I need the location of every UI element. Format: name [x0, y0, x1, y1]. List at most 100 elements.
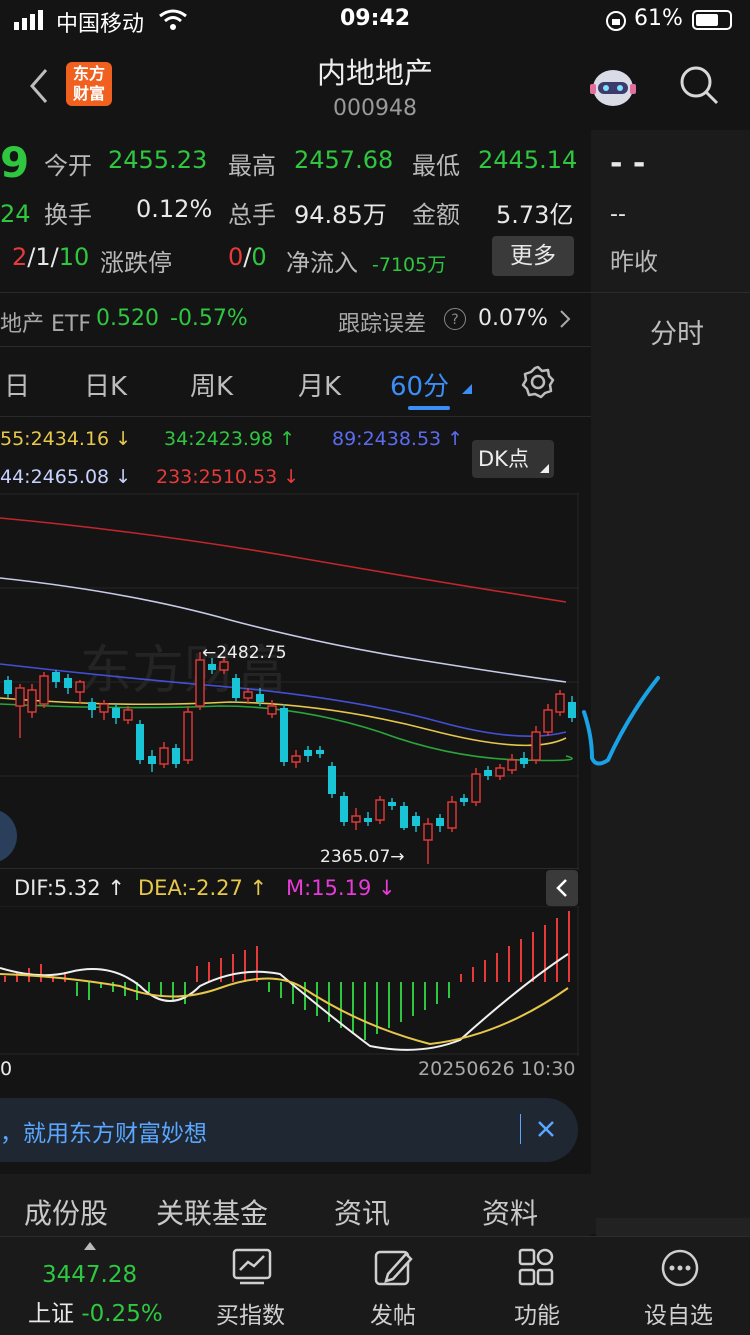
candle — [555, 693, 565, 713]
amount-label: 金额 — [412, 201, 460, 229]
candle — [27, 689, 37, 713]
macd-bar — [496, 953, 498, 982]
macd-bar — [40, 964, 42, 982]
assistant-robot-icon[interactable] — [586, 62, 640, 110]
macd-bar — [472, 967, 474, 982]
candle — [195, 659, 205, 707]
macd-bar — [280, 982, 282, 998]
etf-name[interactable]: 地产 ETF — [0, 306, 91, 338]
candle — [88, 702, 96, 710]
low-annotation: 2365.07→ — [320, 847, 405, 867]
down-count: 10 — [58, 243, 90, 271]
post-button[interactable]: 发帖 — [350, 1248, 440, 1329]
tab-60min[interactable]: 60分 — [390, 366, 449, 403]
banner-separator — [520, 1114, 521, 1144]
collapse-panel-button[interactable] — [546, 870, 578, 906]
candle — [148, 756, 156, 764]
limit-counts: 0/0 — [228, 243, 267, 271]
high-value: 2457.68 — [294, 146, 394, 174]
macd-bar — [112, 982, 114, 992]
settings-gear-icon[interactable] — [520, 364, 556, 400]
search-icon[interactable] — [678, 64, 720, 106]
functions-button[interactable]: 功能 — [494, 1248, 584, 1329]
macd-bar — [316, 982, 318, 1016]
candle — [64, 678, 72, 688]
divider — [0, 416, 591, 417]
help-icon[interactable]: ? — [444, 308, 466, 330]
status-bar: 中国移动 09:42 61% — [0, 0, 750, 40]
more-button[interactable]: 更多 — [492, 236, 574, 276]
candle — [183, 711, 193, 761]
close-icon[interactable] — [536, 1118, 556, 1140]
candle — [304, 750, 312, 756]
floating-scroll-icon[interactable] — [0, 809, 17, 863]
macd-bar — [556, 918, 558, 982]
macd-histogram — [4, 911, 570, 1040]
tab-info[interactable]: 资料 — [482, 1192, 538, 1232]
candle — [172, 748, 180, 764]
macd-bar — [244, 950, 246, 982]
tab-month-k[interactable]: 月K — [298, 366, 341, 403]
volume-value: 94.85万 — [294, 201, 387, 229]
buy-index-button[interactable]: 买指数 — [206, 1248, 298, 1329]
dropdown-triangle-icon — [462, 384, 472, 394]
candle — [436, 818, 444, 826]
macd-bar — [160, 982, 162, 996]
tracking-label: 跟踪误差 — [338, 312, 427, 337]
kline-chart[interactable]: 东方财富 ←2482.75 2365.07→ — [0, 492, 580, 872]
macd-bar — [436, 982, 438, 1004]
high-annotation: ←2482.75 — [202, 643, 287, 663]
limit-down-count: 0 — [251, 243, 267, 271]
macd-bar — [148, 982, 150, 992]
macd-bar — [508, 946, 510, 982]
tab-related-funds[interactable]: 关联基金 — [156, 1192, 268, 1232]
post-label: 发帖 — [370, 1303, 416, 1329]
chevron-right-icon[interactable] — [558, 308, 572, 330]
tab-day-k[interactable]: 日K — [84, 366, 127, 403]
ma233-label: 233:2510.53 ↓ — [156, 466, 300, 488]
open-label: 今开 — [44, 152, 92, 180]
dk-point-label: DK点 — [478, 447, 529, 471]
divider — [0, 346, 591, 347]
tab-constituents[interactable]: 成份股 — [24, 1192, 108, 1232]
clock: 09:42 — [340, 6, 411, 31]
date-left: 0 — [0, 1058, 13, 1080]
candle — [520, 758, 528, 764]
macd-bar — [88, 982, 90, 1000]
macd-bar — [184, 982, 186, 1004]
etf-price: 0.520 — [96, 306, 159, 331]
add-watchlist-button[interactable]: 设自选 — [634, 1248, 730, 1329]
macd-bar — [16, 972, 18, 982]
macd-bar — [388, 982, 390, 1028]
tab-week-k[interactable]: 周K — [190, 366, 233, 403]
open-value: 2455.23 — [108, 146, 208, 174]
active-tab-indicator — [408, 406, 450, 410]
candle — [375, 799, 385, 821]
tab-day-partial[interactable]: 日 — [4, 366, 30, 403]
flat-count: 1 — [35, 243, 51, 271]
tab-news[interactable]: 资讯 — [334, 1192, 390, 1232]
candle — [412, 816, 420, 826]
edit-icon — [374, 1250, 413, 1286]
ma55-label: 55:2434.16 ↓ — [0, 428, 132, 450]
macd-bar — [76, 982, 78, 996]
m-label: M:15.19 ↓ — [286, 876, 396, 900]
tracking-value: 0.07% — [478, 306, 548, 331]
tab-intraday[interactable]: 分时 — [650, 312, 704, 351]
ma144-label: 44:2465.08 ↓ — [0, 466, 132, 488]
promo-banner[interactable]: ，就用东方财富妙想 — [0, 1098, 578, 1162]
netflow-label: 净流入 — [286, 249, 358, 277]
banner-text: ，就用东方财富妙想 — [0, 1121, 207, 1147]
turnover-label: 换手 — [44, 201, 92, 229]
candle — [471, 773, 481, 803]
candle — [423, 823, 433, 841]
index-summary[interactable]: 上证 -0.25% — [28, 1294, 163, 1328]
macd-bar — [232, 954, 234, 982]
macd-chart[interactable] — [0, 906, 580, 1056]
candle — [123, 709, 133, 721]
macd-bar — [544, 925, 546, 982]
index-value[interactable]: 3447.28 — [42, 1262, 137, 1288]
dif-label: DIF:5.32 ↑ — [14, 876, 125, 900]
candle — [4, 680, 12, 694]
price-partial: 9 — [0, 138, 30, 187]
